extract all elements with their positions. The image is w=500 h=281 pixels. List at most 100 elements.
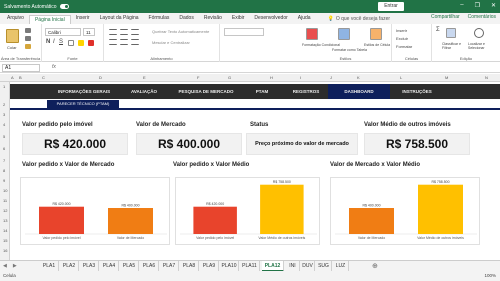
menu-item-inserir[interactable]: Inserir (71, 13, 95, 24)
row-header[interactable]: 13 (3, 218, 7, 223)
chart-2[interactable]: R$ 420.000 Valor pedido pelo imóvel R$ 758… (175, 177, 320, 245)
row-header[interactable]: 5 (3, 134, 5, 139)
menu-item-dados[interactable]: Dados (174, 13, 198, 24)
column-header[interactable]: L (400, 75, 402, 80)
chart-bar[interactable] (39, 206, 84, 234)
row-header[interactable]: 9 (3, 178, 5, 183)
nav-tab-informacoes[interactable]: INFORMAÇÕES GERAIS (55, 84, 113, 99)
format-painter-icon[interactable] (25, 44, 31, 49)
underline-icon[interactable]: S (59, 39, 63, 45)
autosave-toggle[interactable] (59, 4, 69, 9)
nav-tab-ptam[interactable]: PTAM (246, 84, 278, 99)
cell-styles-icon[interactable] (370, 28, 382, 40)
menu-item-desenvolvedor[interactable]: Desenvolvedor (249, 13, 292, 24)
column-header[interactable]: I (300, 75, 301, 80)
align-right-icon[interactable] (131, 39, 139, 45)
column-header[interactable]: K (357, 75, 360, 80)
nav-tab-registros[interactable]: REGISTROS (286, 84, 326, 99)
format-table-icon[interactable] (338, 28, 350, 40)
subtab-parecer[interactable]: PARECER TÉCNICO (PTAM) (47, 100, 119, 108)
prev-sheet-icon[interactable]: ◀ (3, 263, 7, 269)
delete-cells-button[interactable]: Excluir (396, 36, 408, 41)
row-header[interactable]: 16 (3, 248, 7, 253)
column-header[interactable]: C (42, 75, 45, 80)
column-header[interactable]: H (270, 75, 273, 80)
align-top-icon[interactable] (109, 29, 117, 35)
menu-item-layout[interactable]: Layout da Página (95, 13, 144, 24)
nav-tab-dashboard[interactable]: DASHBOARD (328, 84, 390, 99)
bold-icon[interactable]: N (46, 39, 50, 45)
chart-bar[interactable] (349, 208, 394, 234)
nav-tab-pesquisa[interactable]: PESQUISA DE MERCADO (170, 84, 242, 99)
row-header[interactable]: 3 (3, 112, 5, 117)
row-header[interactable]: 2 (3, 102, 5, 107)
chart-3[interactable]: R$ 400.000 Valor de Mercado R$ 758.500 Valo… (330, 177, 480, 245)
next-sheet-icon[interactable]: ▶ (13, 263, 17, 269)
align-center-icon[interactable] (120, 39, 128, 45)
row-header[interactable]: 6 (3, 146, 5, 151)
cut-icon[interactable] (25, 28, 31, 33)
fill-color-icon[interactable] (78, 40, 84, 46)
find-select-icon[interactable] (474, 28, 484, 38)
font-color-icon[interactable] (88, 40, 94, 46)
fx-icon[interactable]: fx (52, 64, 56, 70)
align-bottom-icon[interactable] (131, 29, 139, 35)
column-header[interactable]: G (228, 75, 231, 80)
nav-tab-instrucoes[interactable]: INSTRUÇÕES (392, 84, 442, 99)
autosum-icon[interactable]: Σ (436, 27, 440, 33)
row-header[interactable]: 8 (3, 168, 5, 173)
chart-1[interactable]: R$ 420.000 Valor pedido pelo imóvel R$ 400… (20, 177, 170, 245)
column-header[interactable]: F (197, 75, 199, 80)
insert-cells-button[interactable]: Inserir (396, 28, 407, 33)
wrap-text-button[interactable]: Quebrar Texto Automaticamente (152, 29, 209, 34)
menu-item-ajuda[interactable]: Ajuda (293, 13, 316, 24)
menu-item-formulas[interactable]: Fórmulas (144, 13, 175, 24)
column-header[interactable]: N (485, 75, 488, 80)
minimize-icon[interactable]: – (460, 2, 463, 9)
row-header[interactable]: 11 (3, 198, 7, 203)
share-button[interactable]: Compartilhar (431, 14, 460, 20)
merge-center-button[interactable]: Mesclar e Centralizar (152, 40, 190, 45)
tell-me-search[interactable]: 💡 O que você deseja fazer (328, 16, 390, 22)
align-middle-icon[interactable] (120, 29, 128, 35)
maximize-icon[interactable]: ❐ (475, 2, 480, 9)
number-format-select[interactable] (224, 28, 264, 36)
borders-icon[interactable] (68, 40, 74, 46)
row-header[interactable]: 15 (3, 238, 7, 243)
align-left-icon[interactable] (109, 39, 117, 45)
close-icon[interactable]: ✕ (491, 2, 496, 9)
comments-button[interactable]: Comentários (468, 14, 496, 20)
row-header[interactable]: 4 (3, 122, 5, 127)
menu-item-revisao[interactable]: Revisão (199, 13, 227, 24)
conditional-format-icon[interactable] (306, 28, 318, 40)
column-header[interactable]: M (445, 75, 448, 80)
row-header[interactable]: 12 (3, 208, 7, 213)
nav-tab-avaliacao[interactable]: AVALIAÇÃO (123, 84, 165, 99)
sort-filter-icon[interactable] (446, 28, 456, 38)
menu-item-exibir[interactable]: Exibir (227, 13, 250, 24)
font-size-select[interactable]: 11 (83, 28, 95, 36)
paste-icon[interactable] (6, 29, 19, 43)
column-header[interactable]: B (19, 75, 22, 80)
copy-icon[interactable] (25, 36, 31, 41)
chart-bar[interactable] (108, 208, 153, 234)
column-header[interactable]: D (99, 75, 102, 80)
format-cells-button[interactable]: Formatar (396, 44, 412, 49)
chart-bar[interactable] (418, 184, 463, 234)
column-header[interactable]: E (143, 75, 146, 80)
add-sheet-icon[interactable]: ⊕ (372, 262, 378, 270)
menu-item-arquivo[interactable]: Arquivo (2, 13, 29, 24)
column-header[interactable]: J (330, 75, 332, 80)
signin-button[interactable]: Entrar (378, 2, 404, 11)
row-header[interactable]: 14 (3, 228, 7, 233)
row-header[interactable]: 7 (3, 158, 5, 163)
chart-bar[interactable] (193, 206, 237, 234)
italic-icon[interactable]: I (53, 39, 55, 45)
font-name-select[interactable]: Calibri (45, 28, 81, 36)
name-box[interactable]: A1 (2, 64, 40, 72)
column-header[interactable]: A (11, 75, 14, 80)
row-header[interactable]: 10 (3, 188, 7, 193)
row-header[interactable]: 1 (3, 84, 5, 89)
menu-item-pagina-inicial[interactable]: Página Inicial (28, 14, 71, 25)
zoom-level[interactable]: 100% (484, 273, 496, 278)
